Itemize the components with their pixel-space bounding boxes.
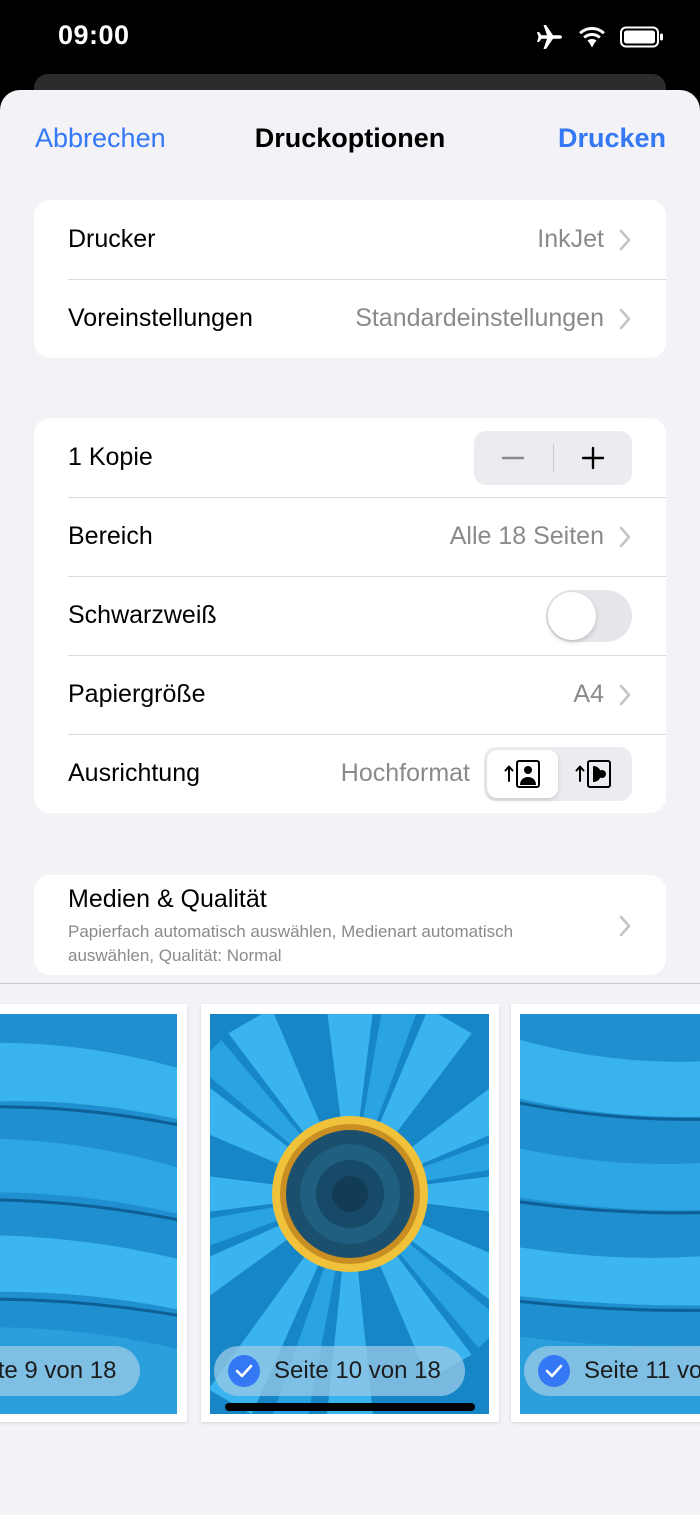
chevron-right-icon: [619, 526, 631, 547]
page-label: Seite 11 von 18: [524, 1346, 700, 1396]
page-label-text: Seite 10 von 18: [274, 1357, 441, 1384]
range-value: Alle 18 Seiten: [449, 522, 604, 550]
range-row[interactable]: Bereich Alle 18 Seiten: [34, 497, 666, 576]
copies-label: 1 Kopie: [68, 443, 153, 471]
media-quality-text: Medien & Qualität Papierfach automatisch…: [68, 885, 600, 968]
landscape-option[interactable]: [558, 750, 629, 798]
page-preview[interactable]: Seite 10 von 18: [201, 1004, 499, 1422]
media-quality-subtitle: Papierfach automatisch auswählen, Medien…: [68, 921, 514, 965]
page-preview[interactable]: Seite 11 von 18: [511, 1004, 700, 1422]
presets-row[interactable]: Voreinstellungen Standardeinstellungen: [34, 279, 666, 358]
printer-value: InkJet: [537, 225, 604, 253]
black-white-label: Schwarzweiß: [68, 601, 217, 629]
orientation-value: Hochformat: [340, 759, 470, 787]
wifi-icon: [579, 27, 605, 48]
range-label: Bereich: [68, 522, 153, 550]
paper-size-label: Papiergröße: [68, 680, 206, 708]
checkmark-icon: [228, 1355, 260, 1387]
minus-icon: [502, 456, 525, 459]
status-time: 09:00: [58, 20, 130, 50]
print-button[interactable]: Drucken: [558, 123, 666, 154]
media-quality-row[interactable]: Medien & Qualität Papierfach automatisch…: [34, 875, 666, 975]
page-label-text: Seite 11 von 18: [584, 1357, 700, 1384]
increment-button[interactable]: [554, 431, 633, 485]
home-indicator: [225, 1403, 475, 1411]
presets-value: Standardeinstellungen: [355, 304, 604, 332]
copies-row: 1 Kopie: [34, 418, 666, 497]
orientation-control: [484, 746, 632, 801]
page-preview[interactable]: Seite 9 von 18: [0, 1004, 187, 1422]
orientation-row: Ausrichtung Hochformat: [34, 734, 666, 813]
print-options-sheet: Abbrechen Druckoptionen Drucken Drucker …: [0, 90, 700, 1515]
chevron-right-icon: [619, 684, 631, 705]
black-white-row: Schwarzweiß: [34, 576, 666, 655]
black-white-toggle[interactable]: [546, 589, 632, 642]
decrement-button[interactable]: [474, 431, 553, 485]
toggle-knob: [548, 591, 596, 640]
copies-stepper: [474, 430, 633, 485]
chevron-right-icon: [619, 915, 631, 937]
paper-size-row[interactable]: Papiergröße A4: [34, 655, 666, 734]
checkmark-icon: [538, 1355, 570, 1387]
orientation-label: Ausrichtung: [68, 759, 201, 787]
chevron-right-icon: [619, 308, 631, 329]
paper-size-value: A4: [573, 680, 604, 708]
printer-label: Drucker: [68, 225, 156, 253]
page-preview-strip: Seite 9 von 18: [0, 983, 700, 1515]
portrait-orientation-icon: [504, 759, 540, 788]
battery-icon: [620, 26, 663, 48]
airplane-icon: [537, 25, 562, 49]
page-label: Seite 10 von 18: [214, 1346, 465, 1396]
page-label-text: Seite 9 von 18: [0, 1357, 117, 1384]
page-label: Seite 9 von 18: [0, 1346, 141, 1396]
navigation-bar: Abbrechen Druckoptionen Drucken: [0, 90, 700, 190]
options-group: 1 Kopie Bereich Alle 18 Seiten Schwarzwe…: [34, 418, 666, 813]
status-bar: 09:00: [0, 0, 700, 78]
printer-row[interactable]: Drucker InkJet: [34, 200, 666, 279]
media-quality-title: Medien & Qualität: [68, 884, 267, 913]
status-icons: [536, 24, 664, 50]
landscape-orientation-icon: [575, 759, 611, 788]
chevron-right-icon: [619, 229, 631, 250]
portrait-option[interactable]: [487, 749, 558, 798]
printer-group: Drucker InkJet Voreinstellungen Standard…: [34, 200, 666, 358]
presets-label: Voreinstellungen: [68, 304, 253, 332]
plus-icon: [581, 446, 604, 469]
media-quality-group: Medien & Qualität Papierfach automatisch…: [34, 875, 666, 975]
